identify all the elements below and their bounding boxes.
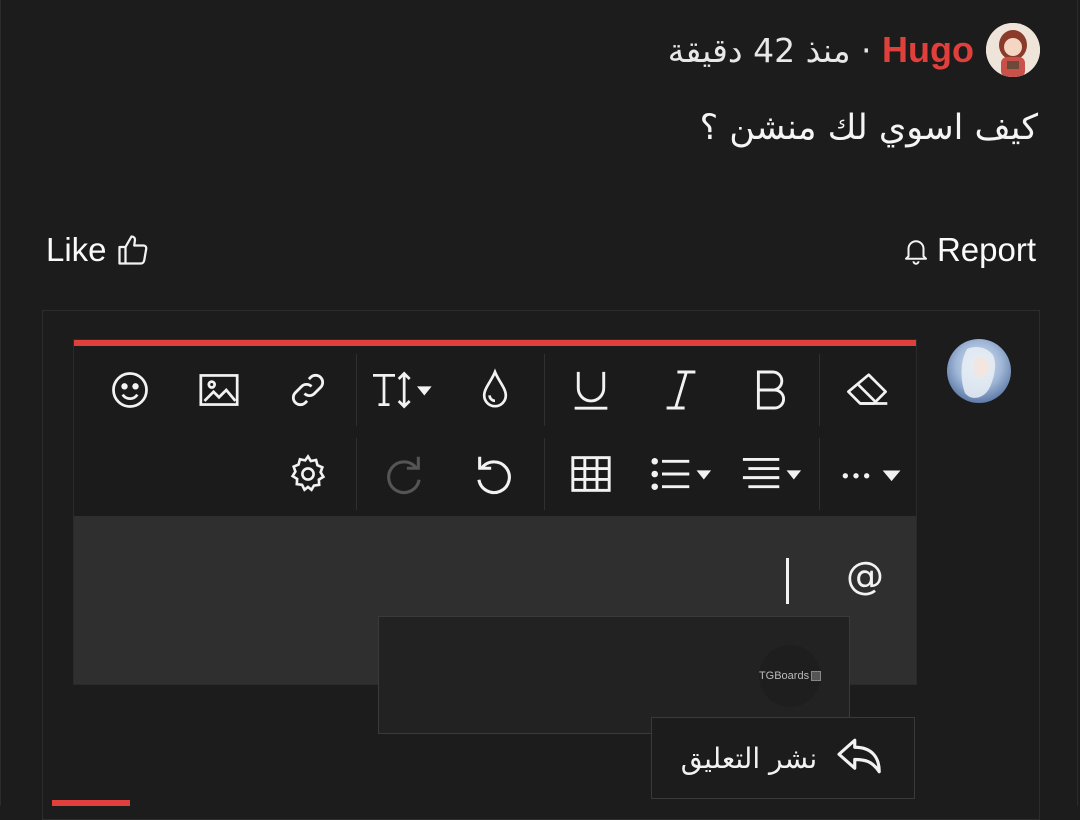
post-username[interactable]: Hugo (882, 29, 974, 70)
text-caret (786, 558, 789, 604)
bold-icon[interactable] (740, 359, 802, 421)
post-header: منذ 42 دقيقة · Hugo (668, 22, 1040, 78)
like-label: Like (46, 231, 107, 268)
image-icon[interactable] (188, 359, 250, 421)
toolbar-separator (544, 354, 545, 426)
underline-icon[interactable] (560, 359, 622, 421)
like-button[interactable]: Like (46, 228, 151, 272)
report-label: Report (936, 231, 1036, 268)
more-options-icon[interactable] (836, 443, 908, 505)
toolbar-separator (819, 354, 820, 426)
table-icon[interactable] (560, 443, 622, 505)
toolbar-separator (819, 438, 820, 510)
list-icon[interactable] (646, 443, 718, 505)
publish-comment-label: نشر التعليق (680, 741, 818, 775)
italic-icon[interactable] (650, 359, 712, 421)
undo-icon[interactable] (464, 443, 526, 505)
emoji-icon[interactable] (99, 359, 161, 421)
link-icon[interactable] (277, 359, 339, 421)
font-size-icon[interactable] (366, 359, 446, 421)
publish-comment-button[interactable]: نشر التعليق (651, 717, 915, 799)
post-meta: منذ 42 دقيقة · Hugo (668, 29, 974, 71)
comment-composer: @ TGBoards نشر التعليق (42, 310, 1040, 820)
mention-name: TGBoards (758, 670, 810, 682)
report-button[interactable]: Report (901, 228, 1036, 272)
reply-arrow-icon (835, 735, 885, 781)
settings-icon[interactable] (277, 443, 339, 505)
editor-toolbar (74, 346, 916, 516)
thumbs-up-icon (115, 232, 151, 268)
broken-image-icon (811, 671, 822, 681)
toolbar-separator (544, 438, 545, 510)
mention-suggestion-label: TGBoards (758, 670, 822, 682)
bottom-accent-bar (52, 800, 130, 806)
mention-suggestion-item[interactable]: TGBoards (758, 645, 822, 707)
bell-icon (901, 234, 931, 266)
post-time: منذ 42 دقيقة (667, 31, 851, 70)
toolbar-separator (356, 438, 357, 510)
redo-icon (372, 443, 434, 505)
color-drop-icon[interactable] (464, 359, 526, 421)
editor-text: @ (846, 554, 884, 598)
eraser-icon[interactable] (836, 359, 898, 421)
user-avatar[interactable] (986, 23, 1040, 77)
meta-separator: · (850, 31, 883, 70)
align-icon[interactable] (736, 443, 808, 505)
commenter-avatar[interactable] (947, 339, 1011, 403)
post-text: كيف اسوي لك منشن ؟ (699, 108, 1038, 148)
toolbar-separator (356, 354, 357, 426)
